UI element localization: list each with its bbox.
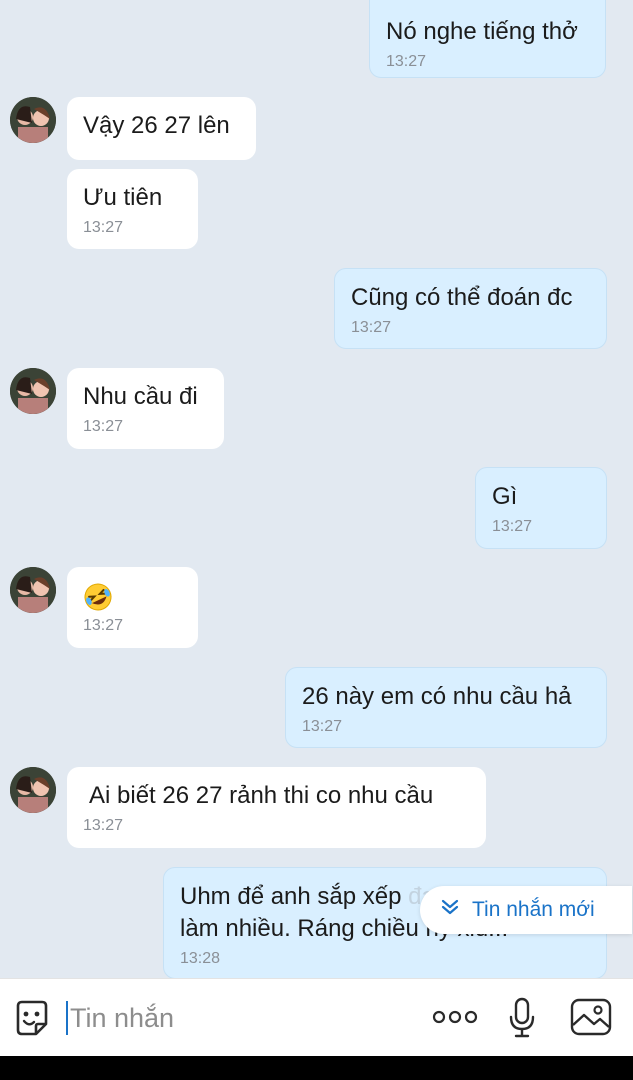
message-text: Cũng có thể đoán đc [351, 284, 573, 311]
message-time: 13:27 [351, 319, 392, 336]
message-text: Gì [492, 483, 518, 510]
message-text: Ai biết 26 27 rảnh thi co nhu cầu [89, 782, 434, 809]
message-bubble-incoming[interactable]: Nhu cầu đi 13:27 [67, 368, 224, 449]
message-text: Vậy 26 27 lên [83, 112, 230, 139]
more-icon[interactable] [432, 1007, 478, 1032]
message-time: 13:27 [83, 219, 124, 236]
new-message-label: Tin nhắn mới [472, 898, 595, 921]
system-navigation-bar [0, 1056, 633, 1080]
message-time: 13:28 [180, 950, 221, 967]
message-bubble-incoming[interactable]: Ưu tiên 13:27 [67, 169, 198, 249]
chat-area[interactable]: Nó nghe tiếng thở 13:27 Vậy 26 27 lên Ưu… [0, 0, 633, 978]
avatar[interactable] [10, 368, 56, 414]
message-bubble-outgoing[interactable]: Gì 13:27 [475, 467, 607, 549]
new-message-button[interactable]: Tin nhắn mới [420, 886, 632, 934]
avatar[interactable] [10, 767, 56, 813]
message-bubble-incoming[interactable]: Ai biết 26 27 rảnh thi co nhu cầu 13:27 [67, 767, 486, 848]
message-bubble-outgoing[interactable]: 26 này em có nhu cầu hả 13:27 [285, 667, 607, 748]
rofl-emoji-icon [83, 582, 113, 612]
message-time: 13:27 [83, 817, 124, 834]
microphone-icon[interactable] [508, 997, 536, 1044]
avatar[interactable] [10, 567, 56, 613]
message-bubble-outgoing[interactable]: Nó nghe tiếng thở 13:27 [369, 0, 606, 78]
sticker-icon[interactable] [12, 998, 52, 1043]
message-time: 13:27 [492, 518, 533, 535]
message-time: 13:27 [386, 53, 427, 70]
message-input[interactable] [70, 999, 410, 1037]
message-time: 13:27 [83, 418, 124, 435]
text-caret [66, 1001, 68, 1035]
message-time: 13:27 [83, 617, 124, 634]
message-text: Nhu cầu đi [83, 383, 198, 410]
message-time: 13:27 [302, 718, 343, 735]
message-text: 26 này em có nhu cầu hả [302, 683, 572, 710]
message-text: Nó nghe tiếng thở [386, 18, 578, 45]
message-bubble-incoming[interactable]: Vậy 26 27 lên [67, 97, 256, 160]
image-icon[interactable] [570, 997, 612, 1042]
double-chevron-down-icon [440, 897, 460, 923]
message-bubble-incoming[interactable]: 13:27 [67, 567, 198, 648]
message-text: Ưu tiên [83, 184, 163, 211]
message-bubble-outgoing[interactable]: Cũng có thể đoán đc 13:27 [334, 268, 607, 349]
message-composer [0, 978, 633, 1056]
avatar[interactable] [10, 97, 56, 143]
